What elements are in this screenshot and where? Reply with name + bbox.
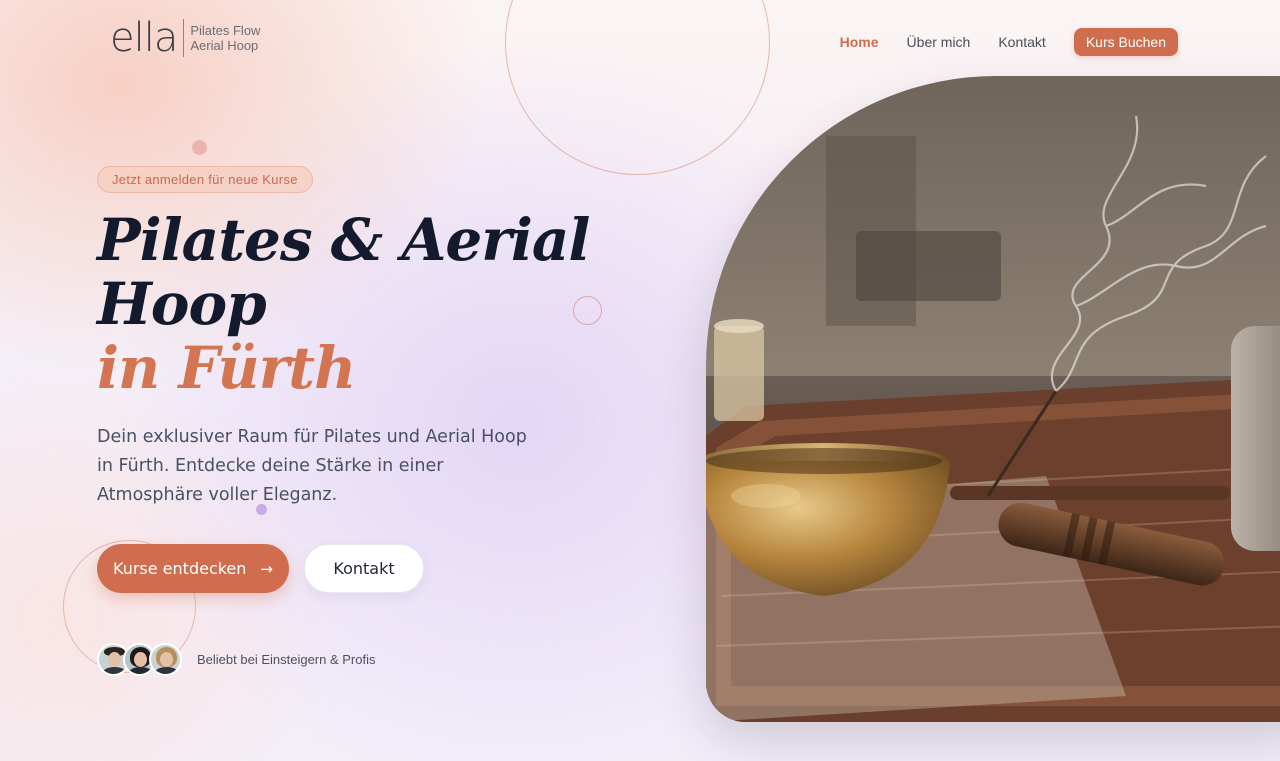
brand-name: ella [110, 15, 178, 61]
contact-button[interactable]: Kontakt [304, 544, 424, 593]
explore-courses-button[interactable]: Kurse entdecken → [97, 544, 289, 593]
singing-bowl-illustration [706, 76, 1280, 722]
decorative-dot [192, 140, 207, 155]
hero-title: Pilates & Aerial Hoop in Fürth [97, 208, 617, 400]
brand-logo[interactable]: ella Pilates Flow Aerial Hoop [110, 18, 260, 58]
social-proof: Beliebt bei Einsteigern & Profis [97, 643, 375, 676]
hero-description: Dein exklusiver Raum für Pilates und Aer… [97, 427, 527, 505]
nav-link-about[interactable]: Über mich [907, 34, 971, 50]
hero-title-line1: Pilates & Aerial [97, 206, 590, 274]
nav-link-home[interactable]: Home [840, 34, 879, 50]
main-nav: Home Über mich Kontakt Kurs Buchen [840, 28, 1178, 56]
nav-link-contact[interactable]: Kontakt [998, 34, 1045, 50]
arrow-right-icon: → [260, 559, 273, 578]
hero-image [706, 76, 1280, 722]
logo-divider [183, 19, 185, 57]
brand-tagline: Pilates Flow Aerial Hoop [190, 23, 260, 53]
hero-title-accent: in Fürth [97, 334, 356, 402]
brand-tagline-line1: Pilates Flow [190, 23, 261, 38]
enrollment-badge: Jetzt anmelden für neue Kurse [97, 166, 313, 193]
social-proof-text: Beliebt bei Einsteigern & Profis [197, 652, 376, 667]
explore-courses-label: Kurse entdecken [113, 559, 247, 578]
book-course-button[interactable]: Kurs Buchen [1073, 28, 1178, 56]
decorative-circle-large [505, 0, 770, 175]
brand-tagline-line2: Aerial Hoop [190, 38, 259, 53]
avatar-stack [97, 643, 182, 676]
avatar [149, 643, 182, 676]
hero-title-line2: Hoop [97, 270, 267, 338]
